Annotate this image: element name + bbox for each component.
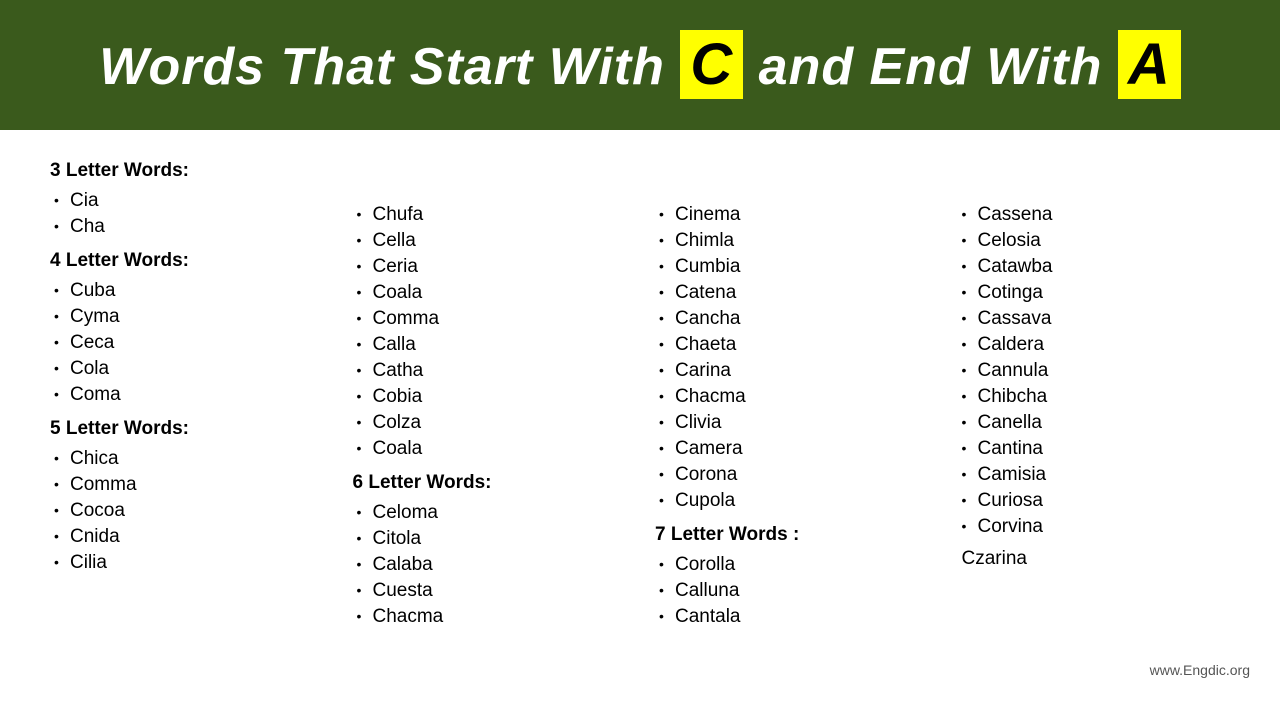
page-title: Words That Start With C and End With A: [60, 30, 1220, 100]
list-item: Chica: [50, 446, 323, 472]
heading-4letter: 4 Letter Words:: [50, 250, 323, 272]
list-item: Colza: [353, 410, 626, 436]
list-6letter: Celoma Citola Calaba Cuesta Chacma: [353, 500, 626, 630]
list-item: Cilia: [50, 550, 323, 576]
list-item: Canella: [958, 410, 1231, 436]
list-item: Celosia: [958, 228, 1231, 254]
list-item: Cannula: [958, 358, 1231, 384]
list-item: Cassena: [958, 202, 1231, 228]
column-1: 3 Letter Words: Cia Cha 4 Letter Words: …: [40, 150, 333, 638]
list-item: Camisia: [958, 462, 1231, 488]
list-item: Cantala: [655, 604, 928, 630]
list-item: Coala: [353, 280, 626, 306]
list-item: Calaba: [353, 552, 626, 578]
list-item: Cha: [50, 214, 323, 240]
list-5letter-col2: Chufa Cella Ceria Coala Comma Calla Cath…: [353, 202, 626, 462]
list-item: Celoma: [353, 500, 626, 526]
list-item: Camera: [655, 436, 928, 462]
heading-3letter: 3 Letter Words:: [50, 160, 323, 182]
list-5letter: Chica Comma Cocoa Cnida Cilia: [50, 446, 323, 576]
list-item: Chacma: [655, 384, 928, 410]
list-item: Cancha: [655, 306, 928, 332]
column-4: Cassena Celosia Catawba Cotinga Cassava …: [948, 150, 1241, 638]
list-item: Caldera: [958, 332, 1231, 358]
heading-7letter: 7 Letter Words :: [655, 524, 928, 546]
list-item: Cantina: [958, 436, 1231, 462]
list-item: Chacma: [353, 604, 626, 630]
list-item: Calluna: [655, 578, 928, 604]
list-item: Chimla: [655, 228, 928, 254]
title-middle: and End With: [759, 38, 1103, 96]
list-item: Cuba: [50, 278, 323, 304]
list-item: Comma: [50, 472, 323, 498]
list-item: Citola: [353, 526, 626, 552]
list-item: Clivia: [655, 410, 928, 436]
list-item: Chufa: [353, 202, 626, 228]
list-4letter: Cuba Cyma Ceca Cola Coma: [50, 278, 323, 408]
list-item: Corona: [655, 462, 928, 488]
list-3letter: Cia Cha: [50, 188, 323, 240]
title-prefix: Words That Start With: [99, 38, 665, 96]
list-item: Comma: [353, 306, 626, 332]
list-item: Ceca: [50, 330, 323, 356]
list-item: Coma: [50, 382, 323, 408]
heading-6letter: 6 Letter Words:: [353, 472, 626, 494]
footer-url: www.Engdic.org: [1150, 662, 1250, 678]
list-item: Corolla: [655, 552, 928, 578]
list-item: Chibcha: [958, 384, 1231, 410]
heading-5letter: 5 Letter Words:: [50, 418, 323, 440]
list-item: Corvina: [958, 514, 1231, 540]
list-item: Curiosa: [958, 488, 1231, 514]
list-item: Cnida: [50, 524, 323, 550]
list-item: Cotinga: [958, 280, 1231, 306]
column-2: Chufa Cella Ceria Coala Comma Calla Cath…: [343, 150, 636, 638]
czarina-word: Czarina: [958, 548, 1231, 570]
list-item: Ceria: [353, 254, 626, 280]
list-item: Cupola: [655, 488, 928, 514]
page-header: Words That Start With C and End With A: [0, 0, 1280, 130]
content-grid: 3 Letter Words: Cia Cha 4 Letter Words: …: [0, 130, 1280, 658]
highlight-c: C: [680, 30, 743, 99]
list-7letter: Corolla Calluna Cantala: [655, 552, 928, 630]
column-3: Cinema Chimla Cumbia Catena Cancha Chaet…: [645, 150, 938, 638]
footer: www.Engdic.org: [0, 658, 1280, 686]
list-col4: Cassena Celosia Catawba Cotinga Cassava …: [958, 202, 1231, 540]
list-item: Chaeta: [655, 332, 928, 358]
list-item: Cocoa: [50, 498, 323, 524]
list-item: Cuesta: [353, 578, 626, 604]
list-item: Calla: [353, 332, 626, 358]
list-item: Cassava: [958, 306, 1231, 332]
list-item: Cola: [50, 356, 323, 382]
list-item: Cumbia: [655, 254, 928, 280]
list-item: Cobia: [353, 384, 626, 410]
list-item: Catena: [655, 280, 928, 306]
list-6letter-col3: Cinema Chimla Cumbia Catena Cancha Chaet…: [655, 202, 928, 514]
list-item: Cyma: [50, 304, 323, 330]
list-item: Carina: [655, 358, 928, 384]
list-item: Cinema: [655, 202, 928, 228]
list-item: Catha: [353, 358, 626, 384]
list-item: Cia: [50, 188, 323, 214]
highlight-a: A: [1118, 30, 1181, 99]
list-item: Cella: [353, 228, 626, 254]
list-item: Catawba: [958, 254, 1231, 280]
list-item: Coala: [353, 436, 626, 462]
